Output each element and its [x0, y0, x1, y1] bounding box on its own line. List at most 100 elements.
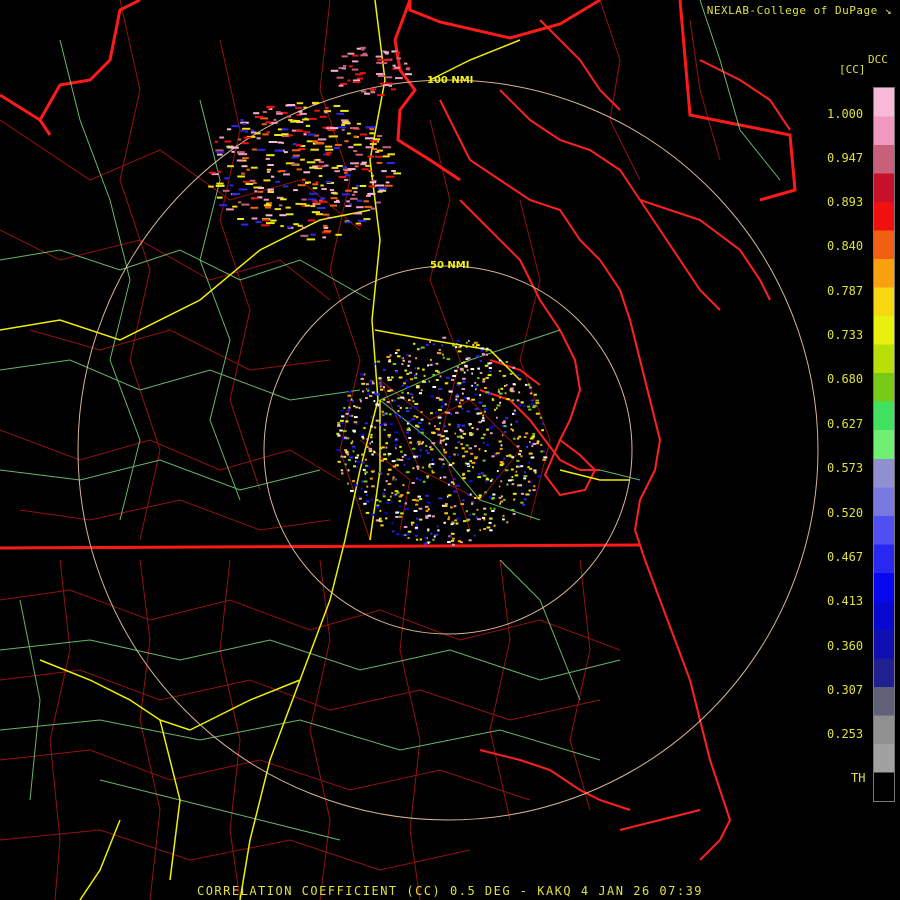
- radar-echo-cell: [370, 415, 373, 418]
- radar-echo-cell: [510, 428, 513, 431]
- radar-echo-cell: [263, 179, 271, 182]
- radar-echo-cell: [443, 451, 447, 454]
- radar-echo-cell: [430, 532, 433, 535]
- legend-tick: 0.840: [827, 239, 864, 253]
- radar-echo-cell: [511, 456, 515, 459]
- radar-echo-cell: [401, 391, 404, 394]
- radar-echo-cell: [465, 341, 468, 344]
- radar-echo-cell: [482, 417, 485, 420]
- radar-echo-cell: [386, 473, 390, 476]
- radar-echo-cell: [438, 348, 441, 351]
- radar-echo-cell: [413, 415, 417, 418]
- radar-echo-cell: [283, 185, 289, 188]
- radar-echo-cell: [413, 342, 416, 345]
- radar-echo-cell: [323, 230, 332, 233]
- radar-echo-cell: [471, 398, 475, 401]
- radar-echo-cell: [506, 455, 509, 457]
- radar-echo-cell: [503, 498, 506, 501]
- radar-echo-cell: [454, 369, 458, 372]
- radar-echo-cell: [462, 380, 466, 383]
- radar-echo-cell: [287, 226, 292, 229]
- radar-echo-cell: [448, 456, 451, 458]
- radar-echo-cell: [426, 475, 430, 478]
- radar-echo-cell: [515, 465, 518, 468]
- radar-echo-cell: [350, 489, 354, 492]
- radar-echo-cell: [460, 436, 464, 439]
- radar-echo-cell: [345, 189, 352, 192]
- radar-echo-cell: [414, 526, 418, 529]
- radar-echo-cell: [486, 444, 489, 447]
- radar-echo-cell: [519, 450, 522, 453]
- radar-echo-cell: [478, 494, 482, 497]
- radar-echo-cell: [431, 442, 436, 445]
- radar-echo-cell: [344, 463, 347, 466]
- radar-echo-cell: [347, 168, 356, 171]
- radar-echo-cell: [369, 395, 373, 397]
- radar-echo-cell: [411, 447, 416, 450]
- radar-echo-cell: [343, 455, 347, 458]
- radar-echo-cell: [477, 476, 482, 479]
- radar-echo-cell: [528, 452, 533, 455]
- radar-echo-cell: [365, 146, 374, 149]
- radar-echo-cell: [250, 129, 255, 132]
- radar-echo-cell: [505, 361, 509, 363]
- radar-echo-cell: [257, 148, 266, 151]
- radar-echo-cell: [304, 117, 308, 120]
- radar-echo-cell: [529, 467, 533, 470]
- radar-echo-cell: [533, 393, 537, 396]
- radar-echo-cell: [341, 415, 345, 418]
- radar-echo-cell: [347, 394, 351, 397]
- radar-echo-cell: [240, 119, 244, 121]
- radar-echo-cell: [504, 385, 506, 387]
- radar-echo-cell: [346, 132, 351, 135]
- radar-echo-cell: [376, 360, 381, 363]
- radar-echo-cell: [376, 161, 383, 164]
- radar-echo-cell: [271, 175, 275, 178]
- radar-echo-cell: [500, 500, 504, 503]
- radar-echo-cell: [490, 479, 493, 482]
- radar-echo-cell: [425, 449, 428, 452]
- radar-echo-cell: [373, 400, 376, 402]
- radar-echo-cell: [336, 432, 340, 435]
- radar-echo-cell: [387, 499, 391, 501]
- radar-echo-cell: [360, 487, 363, 490]
- radar-echo-cell: [404, 508, 409, 510]
- radar-echo-cell: [476, 344, 480, 347]
- radar-echo-cell: [303, 133, 307, 136]
- radar-echo-cell: [471, 372, 473, 375]
- radar-echo-cell: [258, 187, 265, 189]
- radar-echo-cell: [416, 538, 419, 541]
- radar-echo-cell: [493, 507, 496, 510]
- radar-echo-cell: [438, 388, 443, 391]
- radar-echo-cell: [265, 121, 272, 124]
- radar-echo-cell: [430, 358, 432, 361]
- radar-echo-cell: [251, 148, 257, 151]
- radar-echo-cell: [471, 502, 474, 505]
- radar-echo-cell: [378, 377, 382, 380]
- radar-echo-cell: [462, 432, 467, 435]
- radar-echo-cell: [452, 375, 456, 377]
- radar-echo-cell: [283, 173, 290, 176]
- radar-echo-cell: [345, 221, 352, 224]
- radar-echo-cell: [369, 442, 371, 445]
- radar-echo-cell: [298, 110, 303, 113]
- radar-echo-cell: [464, 450, 469, 453]
- radar-echo-cell: [319, 115, 327, 118]
- radar-echo-cell: [441, 400, 444, 403]
- radar-echo-cell: [338, 84, 344, 87]
- radar-echo-cell: [405, 410, 410, 413]
- radar-echo-cell: [363, 480, 368, 483]
- radar-echo-cell: [360, 54, 368, 57]
- radar-echo-cell: [466, 529, 469, 532]
- radar-echo-cell: [279, 204, 283, 207]
- radar-echo-cell: [485, 349, 488, 352]
- radar-echo-cell: [338, 67, 343, 69]
- radar-echo-cell: [396, 533, 399, 535]
- radar-echo-cell: [344, 174, 351, 177]
- radar-echo-cell: [388, 84, 392, 87]
- radar-echo-cell: [532, 489, 536, 492]
- radar-echo-cell: [430, 395, 434, 398]
- radar-echo-cell: [399, 406, 402, 409]
- radar-echo-cell: [383, 412, 386, 415]
- radar-echo-cell: [241, 172, 245, 175]
